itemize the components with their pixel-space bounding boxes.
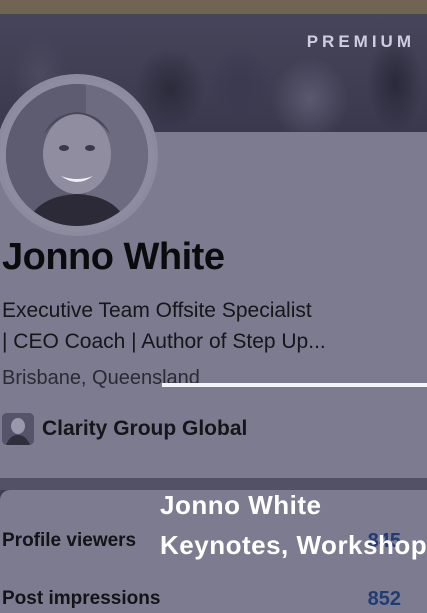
premium-badge: PREMIUM [306,32,415,51]
post-impressions-label[interactable]: Post impressions [2,588,160,610]
company-name: Clarity Group Global [42,417,248,440]
overlay-subtitle: Keynotes, Workshops [160,530,427,560]
profile-viewers-label[interactable]: Profile viewers [2,530,136,552]
overlay-divider [162,383,427,387]
avatar[interactable] [6,84,148,226]
top-bar [0,0,427,14]
section-gap [0,478,427,490]
company-link[interactable]: Clarity Group Global [2,412,247,446]
company-logo-icon [2,413,34,445]
avatar-photo-icon [6,84,148,226]
overlay-title: Jonno White [160,490,322,520]
profile-headline: Executive Team Offsite Specialist | CEO … [2,295,422,357]
post-impressions-value[interactable]: 852 [368,588,401,611]
headline-line-1: Executive Team Offsite Specialist [2,299,312,322]
headline-line-2: | CEO Coach | Author of Step Up... [2,330,326,353]
profile-name: Jonno White [2,236,225,278]
